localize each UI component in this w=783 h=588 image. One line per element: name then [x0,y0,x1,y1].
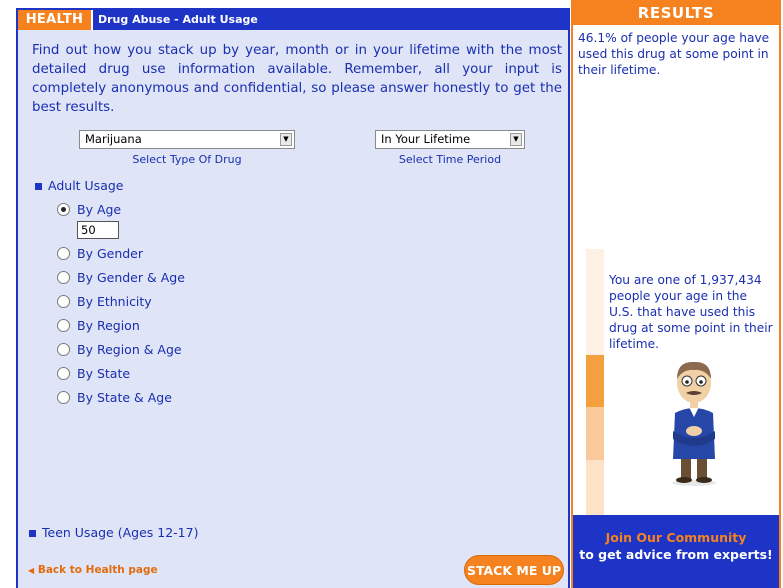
join-community-subtitle: to get advice from experts! [579,547,773,562]
result-count-text: You are one of 1,937,434 people your age… [609,273,773,351]
option-label: By State [77,366,131,381]
back-link-label: Back to Health page [37,564,158,576]
option-label: By State & Age [77,390,172,405]
square-bullet-icon [29,530,36,537]
radio-by-gender-age[interactable] [57,271,70,284]
category-tag[interactable]: HEALTH [18,10,93,30]
bar-segment [586,355,604,407]
dropdown-arrow-icon: ▼ [510,133,522,146]
bar-segment [586,460,604,515]
join-community-title: Join Our Community [605,530,747,545]
option-label: By Region [77,318,140,333]
teen-usage-link[interactable]: Teen Usage (Ages 12-17) [42,525,198,540]
age-input[interactable]: 50 [77,221,119,239]
intro-text: Find out how you stack up by year, month… [32,43,562,115]
triangle-left-icon: ◀ [28,566,35,575]
option-label: By Gender [77,246,144,261]
radio-by-ethnicity[interactable] [57,295,70,308]
radio-by-region[interactable] [57,319,70,332]
stack-me-up-button[interactable]: STACK ME UP [464,555,564,585]
square-bullet-icon [35,183,42,190]
bar-segment [586,407,604,460]
main-panel: HEALTH Drug Abuse - Adult Usage Find out… [16,8,570,588]
time-period-select[interactable]: In Your Lifetime ▼ [375,130,525,149]
radio-by-state-age[interactable] [57,391,70,404]
radio-by-gender[interactable] [57,247,70,260]
mascot-figure [672,361,716,486]
header-bar: HEALTH Drug Abuse - Adult Usage [18,10,568,30]
drug-type-select[interactable]: Marijuana ▼ [79,130,295,149]
time-period-value: In Your Lifetime [381,132,471,146]
time-period-label: Select Time Period [398,153,502,166]
drug-type-value: Marijuana [85,132,142,146]
results-title: RESULTS [573,0,779,25]
dropdown-arrow-icon: ▼ [280,133,292,146]
radio-by-region-age[interactable] [57,343,70,356]
result-percentage-text: 46.1% of people your age have used this … [578,31,770,77]
bar-segment [586,249,604,355]
join-community-banner[interactable]: Join Our Community to get advice from ex… [573,515,779,588]
drug-type-label: Select Type Of Drug [132,153,242,166]
page-title: Drug Abuse - Adult Usage [98,13,258,26]
back-to-health-link[interactable]: ◀ Back to Health page [28,564,158,576]
option-label: By Region & Age [77,342,182,357]
option-label: By Age [77,202,122,217]
results-panel: RESULTS 46.1% of people your age have us… [571,0,781,588]
option-label: By Ethnicity [77,294,152,309]
radio-by-state[interactable] [57,367,70,380]
radio-by-age[interactable] [57,203,70,216]
adult-usage-title[interactable]: Adult Usage [48,178,123,193]
option-label: By Gender & Age [77,270,185,285]
